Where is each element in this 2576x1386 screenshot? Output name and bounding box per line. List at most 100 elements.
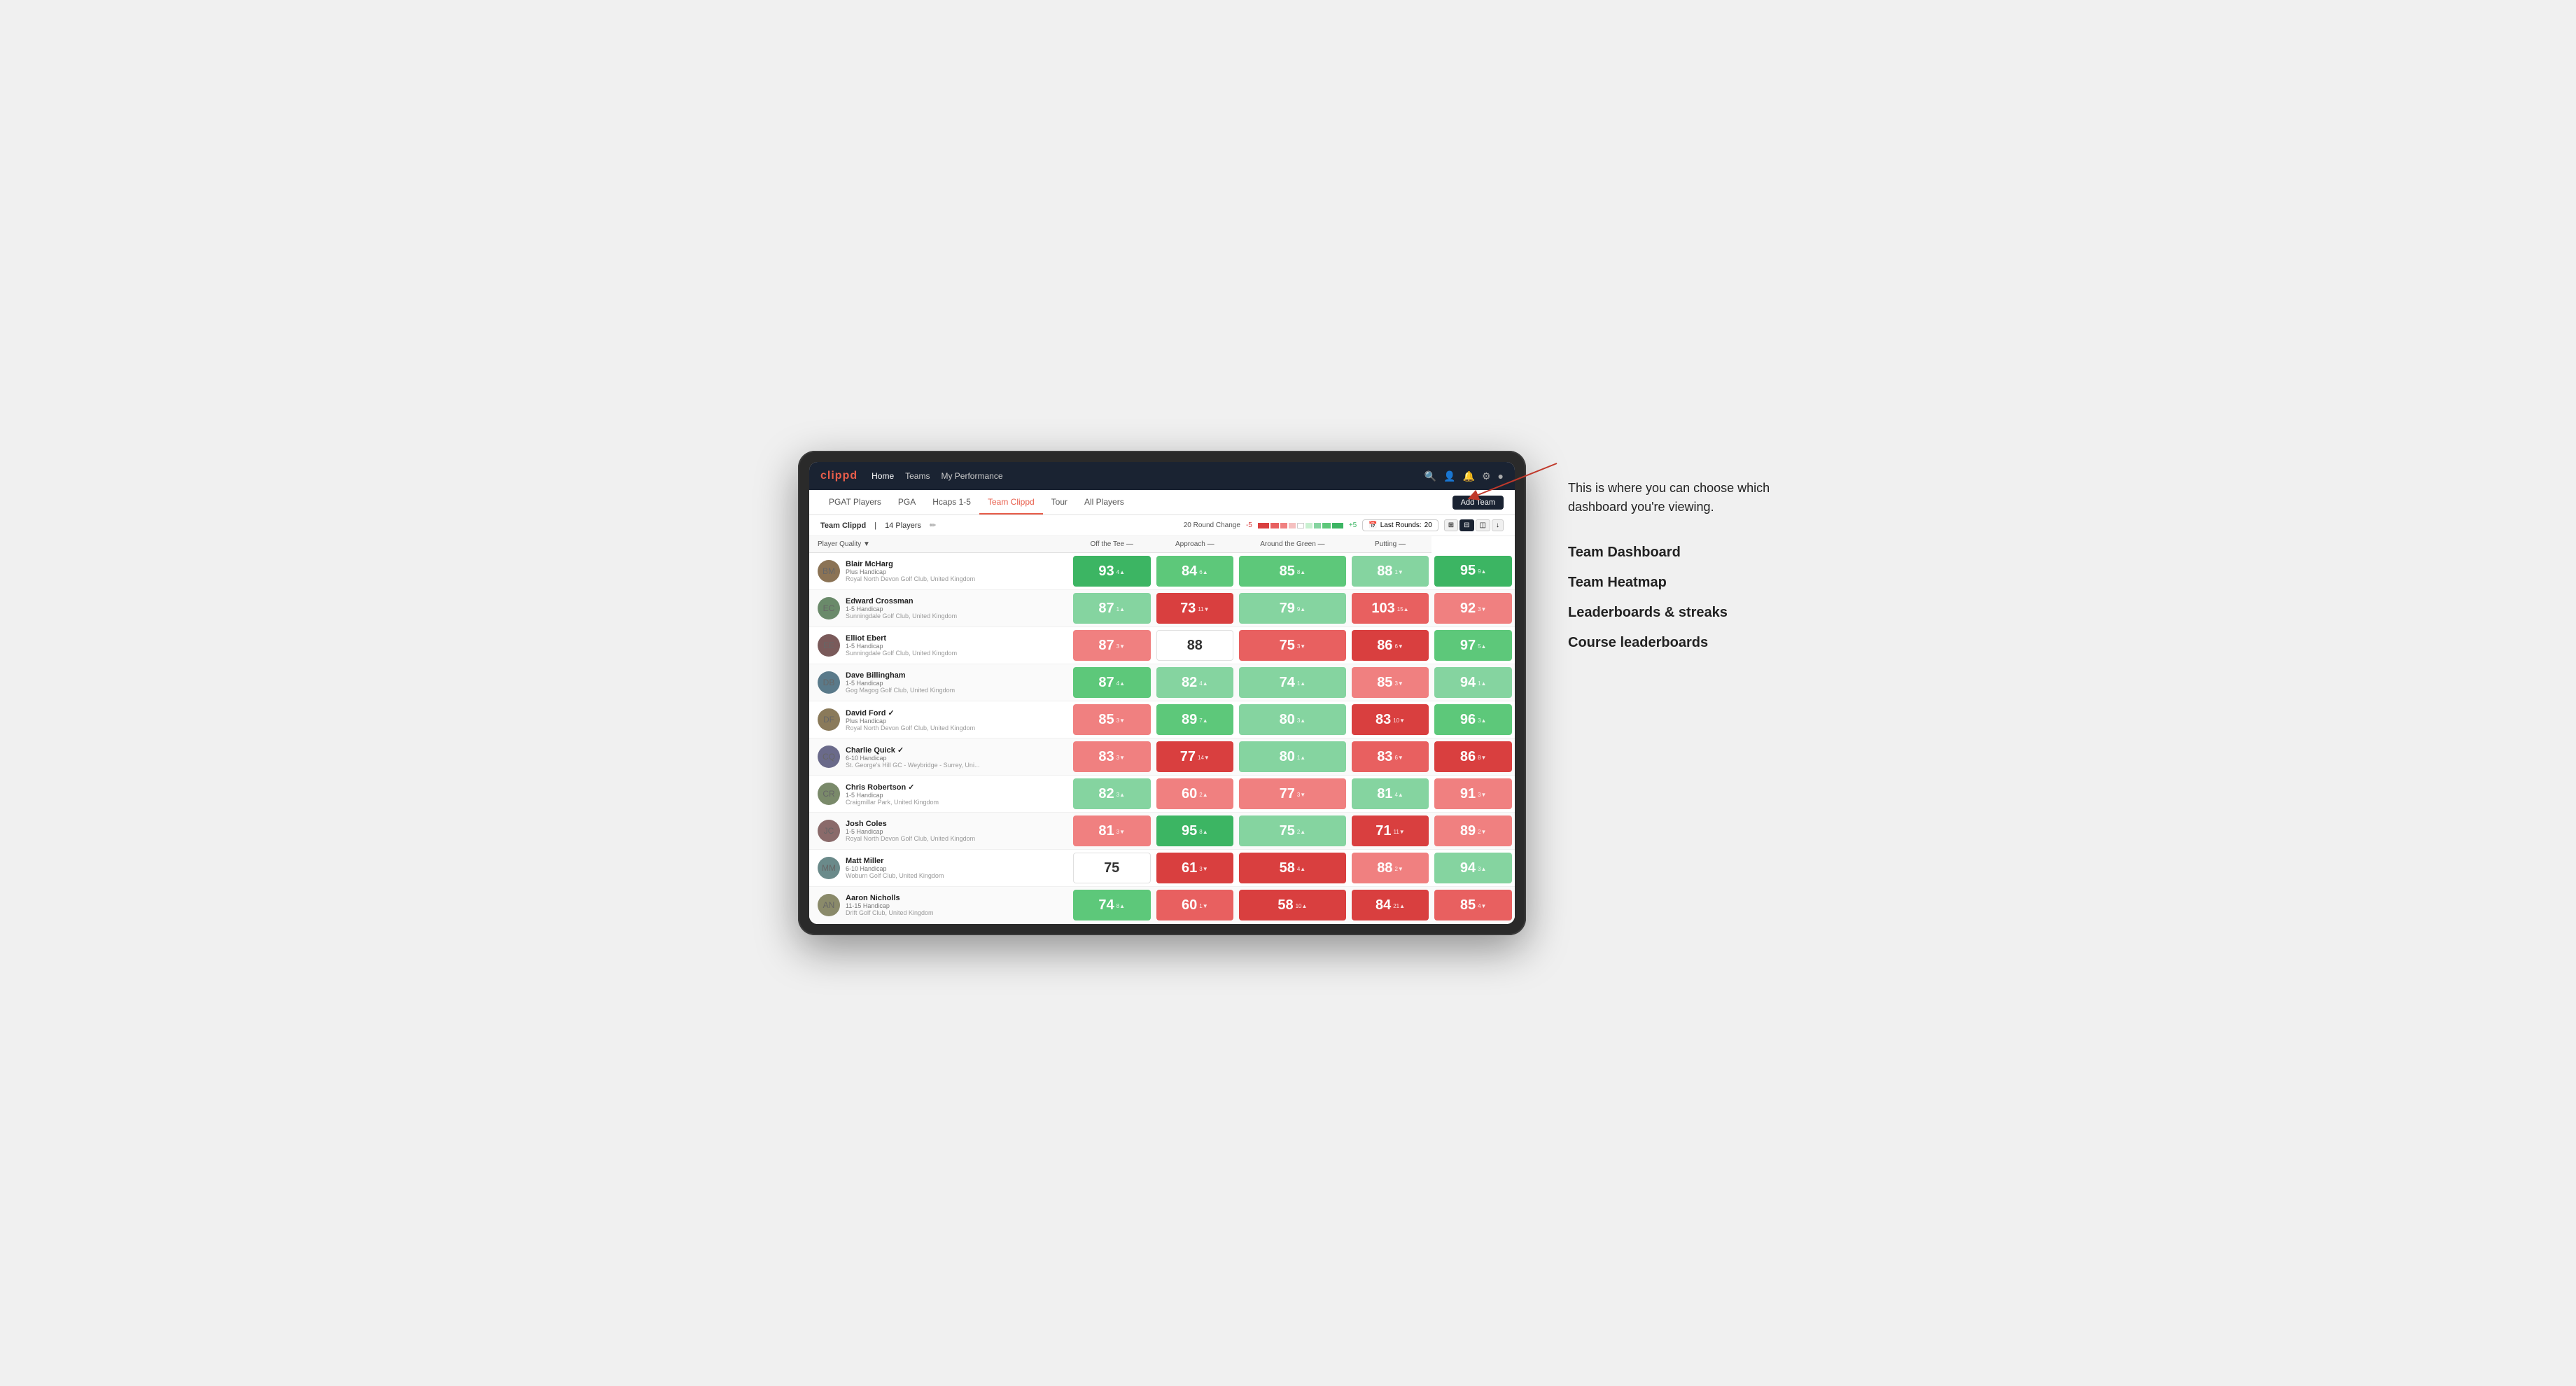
score-change: 3▼ bbox=[1297, 792, 1306, 798]
score-approach-2: 75 3▼ bbox=[1236, 627, 1349, 664]
score-change: 2▼ bbox=[1394, 866, 1403, 872]
score-box: 97 5▲ bbox=[1434, 630, 1512, 661]
col-header-approach[interactable]: Approach — bbox=[1154, 536, 1237, 553]
score-value: 95 bbox=[1182, 823, 1197, 839]
score-box: 83 10▼ bbox=[1352, 704, 1429, 735]
score-value: 75 bbox=[1280, 638, 1295, 654]
score-box: 84 21▲ bbox=[1352, 890, 1429, 920]
col-header-around-green[interactable]: Around the Green — bbox=[1236, 536, 1349, 553]
tab-team-clippd[interactable]: Team Clippd bbox=[979, 490, 1043, 514]
player-club: Gog Magog Golf Club, United Kingdom bbox=[846, 687, 955, 694]
score-value: 93 bbox=[1098, 564, 1114, 580]
col-header-off-tee[interactable]: Off the Tee — bbox=[1070, 536, 1154, 553]
tablet-frame: clippd Home Teams My Performance 🔍 👤 🔔 ⚙… bbox=[798, 451, 1526, 935]
avatar: CR bbox=[818, 783, 840, 805]
score-change: 9▲ bbox=[1478, 568, 1486, 575]
score-change: 8▲ bbox=[1297, 569, 1306, 575]
score-change: 3▼ bbox=[1478, 606, 1486, 612]
score-off_tee-6: 60 2▲ bbox=[1154, 776, 1237, 813]
score-value: 84 bbox=[1376, 897, 1391, 913]
player-cell-9[interactable]: AN Aaron Nicholls 11-15 Handicap Drift G… bbox=[809, 887, 1070, 924]
edit-icon[interactable]: ✏ bbox=[930, 521, 936, 530]
score-change: 4▲ bbox=[1297, 866, 1306, 872]
score-off_tee-5: 77 14▼ bbox=[1154, 738, 1237, 776]
view-btn-list[interactable]: ⊞ bbox=[1444, 519, 1458, 531]
score-around_green-9: 84 21▲ bbox=[1349, 887, 1432, 924]
player-cell-8[interactable]: MM Matt Miller 6-10 Handicap Woburn Golf… bbox=[809, 850, 1070, 887]
score-value: 81 bbox=[1098, 823, 1114, 839]
score-change: 3▼ bbox=[1116, 829, 1125, 835]
range-high: +5 bbox=[1349, 522, 1357, 529]
score-putting-6: 91 3▼ bbox=[1432, 776, 1515, 813]
score-value: 103 bbox=[1371, 601, 1394, 617]
score-change: 1▲ bbox=[1297, 680, 1306, 687]
player-cell-6[interactable]: CR Chris Robertson ✓ 1-5 Handicap Craigm… bbox=[809, 776, 1070, 813]
score-box: 91 3▼ bbox=[1434, 778, 1512, 809]
player-club: Sunningdale Golf Club, United Kingdom bbox=[846, 612, 957, 620]
score-value: 89 bbox=[1182, 712, 1197, 728]
nav-my-performance[interactable]: My Performance bbox=[941, 468, 1002, 484]
tab-tour[interactable]: Tour bbox=[1043, 490, 1076, 514]
score-off_tee-7: 95 8▲ bbox=[1154, 813, 1237, 850]
table-container: Player Quality ▼ Off the Tee — Approach … bbox=[809, 536, 1515, 924]
score-box: 93 4▲ bbox=[1073, 556, 1151, 587]
table-row: AN Aaron Nicholls 11-15 Handicap Drift G… bbox=[809, 887, 1515, 924]
tab-pgat-players[interactable]: PGAT Players bbox=[820, 490, 890, 514]
score-value: 61 bbox=[1182, 860, 1197, 876]
score-box: 82 4▲ bbox=[1156, 667, 1234, 698]
col-header-putting[interactable]: Putting — bbox=[1349, 536, 1432, 553]
score-box: 60 2▲ bbox=[1156, 778, 1234, 809]
player-cell-2[interactable]: EE Elliot Ebert 1-5 Handicap Sunningdale… bbox=[809, 627, 1070, 664]
player-cell-7[interactable]: JC Josh Coles 1-5 Handicap Royal North D… bbox=[809, 813, 1070, 850]
view-btn-heatmap[interactable]: ◫ bbox=[1476, 519, 1490, 531]
player-name: Matt Miller bbox=[846, 857, 944, 865]
tab-pga[interactable]: PGA bbox=[890, 490, 924, 514]
player-cell-3[interactable]: DB Dave Billingham 1-5 Handicap Gog Mago… bbox=[809, 664, 1070, 701]
score-value: 79 bbox=[1280, 601, 1295, 617]
player-cell-5[interactable]: CQ Charlie Quick ✓ 6-10 Handicap St. Geo… bbox=[809, 738, 1070, 776]
nav-teams[interactable]: Teams bbox=[905, 468, 930, 484]
last-rounds-button[interactable]: 📅 Last Rounds: 20 bbox=[1362, 519, 1438, 531]
navbar: clippd Home Teams My Performance 🔍 👤 🔔 ⚙… bbox=[809, 462, 1515, 490]
table-row: DF David Ford ✓ Plus Handicap Royal Nort… bbox=[809, 701, 1515, 738]
player-cell-4[interactable]: DF David Ford ✓ Plus Handicap Royal Nort… bbox=[809, 701, 1070, 738]
option-leaderboards: Leaderboards & streaks bbox=[1568, 605, 1778, 621]
tab-all-players[interactable]: All Players bbox=[1076, 490, 1133, 514]
player-handicap: 1-5 Handicap bbox=[846, 680, 955, 687]
score-off_tee-9: 60 1▼ bbox=[1154, 887, 1237, 924]
score-box: 86 8▼ bbox=[1434, 741, 1512, 772]
player-info: Aaron Nicholls 11-15 Handicap Drift Golf… bbox=[846, 894, 934, 916]
score-value: 75 bbox=[1280, 823, 1295, 839]
score-box: 89 2▼ bbox=[1434, 816, 1512, 846]
score-box: 74 1▲ bbox=[1239, 667, 1346, 698]
nav-home[interactable]: Home bbox=[872, 468, 894, 484]
player-handicap: 11-15 Handicap bbox=[846, 902, 934, 909]
avatar: BM bbox=[818, 560, 840, 582]
avatar: EE bbox=[818, 634, 840, 657]
score-change: 8▲ bbox=[1116, 903, 1125, 909]
score-change: 3▼ bbox=[1394, 680, 1403, 687]
search-icon[interactable]: 🔍 bbox=[1424, 470, 1436, 482]
score-approach-7: 75 2▲ bbox=[1236, 813, 1349, 850]
view-btn-download[interactable]: ↓ bbox=[1492, 519, 1504, 531]
player-info: Matt Miller 6-10 Handicap Woburn Golf Cl… bbox=[846, 857, 944, 879]
score-approach-6: 77 3▼ bbox=[1236, 776, 1349, 813]
view-btn-grid[interactable]: ⊟ bbox=[1460, 519, 1474, 531]
score-approach-0: 85 8▲ bbox=[1236, 553, 1349, 590]
score-box: 94 1▲ bbox=[1434, 667, 1512, 698]
score-approach-9: 58 10▲ bbox=[1236, 887, 1349, 924]
score-value: 85 bbox=[1460, 897, 1476, 913]
avatar: JC bbox=[818, 820, 840, 842]
col-header-player[interactable]: Player Quality ▼ bbox=[809, 536, 1070, 553]
score-around_green-1: 103 15▲ bbox=[1349, 590, 1432, 627]
player-cell-0[interactable]: BM Blair McHarg Plus Handicap Royal Nort… bbox=[809, 553, 1070, 590]
player-cell-1[interactable]: EC Edward Crossman 1-5 Handicap Sunningd… bbox=[809, 590, 1070, 627]
score-box: 58 10▲ bbox=[1239, 890, 1346, 920]
score-box: 75 bbox=[1073, 853, 1151, 883]
score-quality-8: 75 bbox=[1070, 850, 1154, 887]
tab-hcaps[interactable]: Hcaps 1-5 bbox=[924, 490, 979, 514]
score-around_green-5: 83 6▼ bbox=[1349, 738, 1432, 776]
player-table: Player Quality ▼ Off the Tee — Approach … bbox=[809, 536, 1515, 924]
team-info-bar: Team Clippd | 14 Players ✏ 20 Round Chan… bbox=[809, 515, 1515, 536]
score-box: 88 2▼ bbox=[1352, 853, 1429, 883]
